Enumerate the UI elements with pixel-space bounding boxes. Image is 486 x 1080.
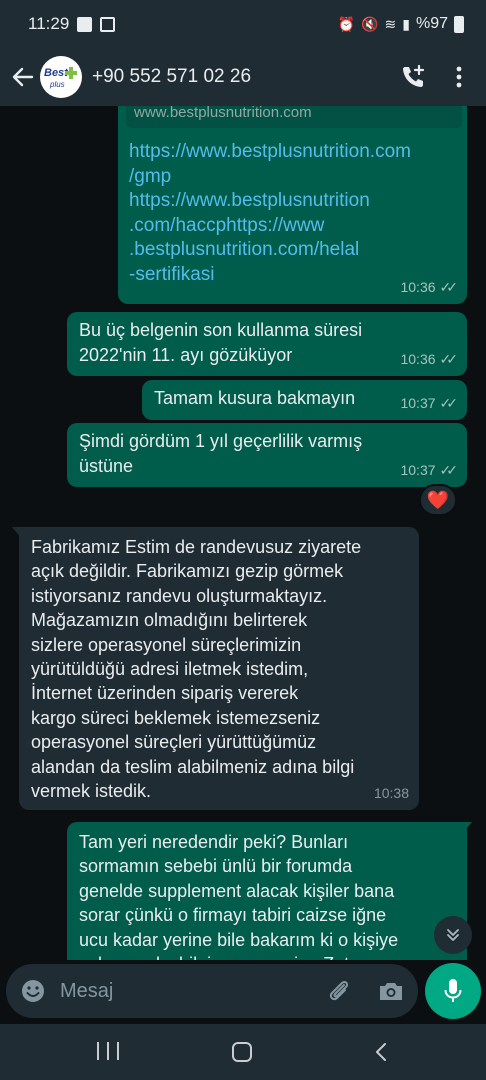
- recent-apps-icon-bar: [107, 1042, 109, 1060]
- message-bubble-apology[interactable]: Tamam kusura bakmayın 10:37 ✓✓: [142, 380, 467, 420]
- read-ticks-icon: ✓✓: [439, 351, 459, 367]
- chat-area[interactable]: www.bestplusnutrition.com https://www.be…: [0, 106, 486, 960]
- recent-apps-button[interactable]: [97, 1042, 119, 1062]
- arrow-left-icon: [12, 67, 34, 87]
- message-bubble-expiry[interactable]: Bu üç belgenin son kullanma süresi 2022'…: [67, 312, 467, 376]
- svg-text:plus: plus: [49, 80, 65, 89]
- microphone-icon: [444, 979, 462, 1002]
- message-input[interactable]: [60, 979, 300, 1003]
- app-notification-icon: [100, 16, 116, 32]
- status-time: 11:29: [28, 14, 70, 33]
- message-time: 10:36: [400, 351, 436, 367]
- read-ticks-icon: ✓✓: [439, 395, 459, 411]
- message-meta: 10:38: [374, 781, 409, 806]
- message-bubble-factory-info[interactable]: Fabrikamız Estim de randevusuz ziyarete …: [19, 527, 419, 810]
- phone-plus-icon: [403, 64, 425, 87]
- message-text: Tam yeri neredendir peki? Bunları sormam…: [79, 832, 399, 960]
- recent-apps-icon-bar: [117, 1042, 119, 1060]
- avatar[interactable]: Best plus: [40, 56, 82, 98]
- more-vertical-icon: [456, 66, 462, 88]
- chevron-left-icon: [376, 1043, 386, 1061]
- message-bubble-links[interactable]: www.bestplusnutrition.com https://www.be…: [118, 106, 467, 304]
- emoji-icon: [22, 980, 44, 1002]
- menu-button[interactable]: [444, 60, 474, 94]
- read-ticks-icon: ✓✓: [439, 462, 459, 478]
- message-bubble-validity[interactable]: Şimdi gördüm 1 yıl geçerlilik varmış üst…: [67, 423, 467, 487]
- status-bar: 11:29 ⏰ 🔇 ≋ ▮ %97: [0, 0, 486, 48]
- message-meta: 10:37 ✓✓: [400, 458, 459, 483]
- gallery-notification-icon: [77, 16, 93, 32]
- emoji-button[interactable]: [18, 976, 48, 1006]
- message-links-text[interactable]: https://www.bestplusnutrition.com /gmp h…: [129, 140, 411, 287]
- read-ticks-icon: ✓✓: [439, 279, 459, 295]
- add-call-button[interactable]: [396, 60, 430, 94]
- chat-header: Best plus +90 552 571 02 26: [0, 48, 486, 106]
- message-bubble-question[interactable]: Tam yeri neredendir peki? Bunları sormam…: [67, 822, 467, 960]
- message-time: 10:37: [400, 462, 436, 478]
- alarm-icon: ⏰: [337, 15, 356, 32]
- link-preview[interactable]: www.bestplusnutrition.com: [126, 106, 462, 128]
- link-preview-domain: www.bestplusnutrition.com: [134, 106, 312, 121]
- best-plus-logo: Best plus: [44, 67, 77, 89]
- contact-name[interactable]: +90 552 571 02 26: [92, 66, 251, 88]
- battery-percent: %97: [415, 15, 448, 32]
- message-time: 10:36: [400, 279, 436, 295]
- camera-icon: [380, 983, 402, 1000]
- system-nav-bar: [0, 1024, 486, 1080]
- status-right: ⏰ 🔇 ≋ ▮ %97: [338, 15, 464, 33]
- heart-reaction[interactable]: ❤️: [419, 484, 457, 516]
- heart-icon: ❤️: [426, 489, 450, 510]
- message-meta: 10:36 ✓✓: [400, 275, 459, 300]
- attach-button[interactable]: [324, 976, 354, 1006]
- status-left: 11:29: [28, 14, 116, 34]
- paperclip-icon: [329, 980, 349, 1001]
- message-text: Fabrikamız Estim de randevusuz ziyarete …: [31, 537, 362, 802]
- nav-back-button[interactable]: [371, 1041, 391, 1063]
- recent-apps-icon: [97, 1042, 99, 1060]
- message-time: 10:38: [373, 785, 409, 801]
- double-chevron-down-icon: [447, 929, 459, 941]
- back-button[interactable]: [6, 60, 40, 94]
- battery-icon: [454, 15, 464, 33]
- wifi-icon: ≋: [384, 15, 397, 32]
- mute-icon: 🔇: [361, 15, 379, 32]
- camera-button[interactable]: [376, 976, 406, 1006]
- voice-message-button[interactable]: [425, 963, 481, 1019]
- message-time: 10:37: [400, 395, 436, 411]
- home-button[interactable]: [232, 1042, 252, 1062]
- message-composer: [6, 964, 418, 1018]
- signal-icon: ▮: [402, 15, 410, 32]
- message-meta: 10:37 ✓✓: [400, 391, 459, 416]
- message-meta: 10:36 ✓✓: [400, 347, 459, 372]
- scroll-down-button[interactable]: [434, 916, 472, 954]
